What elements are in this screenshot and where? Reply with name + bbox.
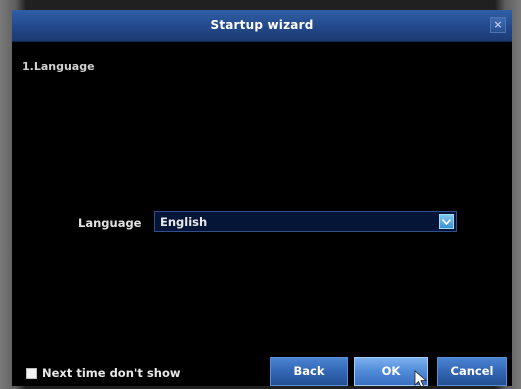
monitor-bezel: Startup wizard × 1.Language Language Eng… xyxy=(0,0,521,389)
cancel-button[interactable]: Cancel xyxy=(437,357,507,386)
language-label: Language xyxy=(78,216,142,230)
mouse-cursor-icon xyxy=(414,370,428,386)
next-time-dont-show-label[interactable]: Next time don't show xyxy=(42,366,180,380)
chevron-down-glyph xyxy=(442,218,451,225)
chevron-down-icon[interactable] xyxy=(439,214,454,229)
dialog-footer: Next time don't show Back OK Cancel xyxy=(12,350,512,386)
title-bar: Startup wizard × xyxy=(12,10,512,42)
window-title: Startup wizard xyxy=(210,18,314,32)
language-select-value: English xyxy=(160,215,208,229)
startup-wizard-dialog: Startup wizard × 1.Language Language Eng… xyxy=(12,10,512,386)
back-button[interactable]: Back xyxy=(270,357,348,386)
next-time-dont-show-checkbox[interactable] xyxy=(26,368,37,379)
language-select[interactable]: English xyxy=(154,211,457,232)
close-icon[interactable]: × xyxy=(490,17,506,33)
step-title: 1.Language xyxy=(22,60,95,73)
